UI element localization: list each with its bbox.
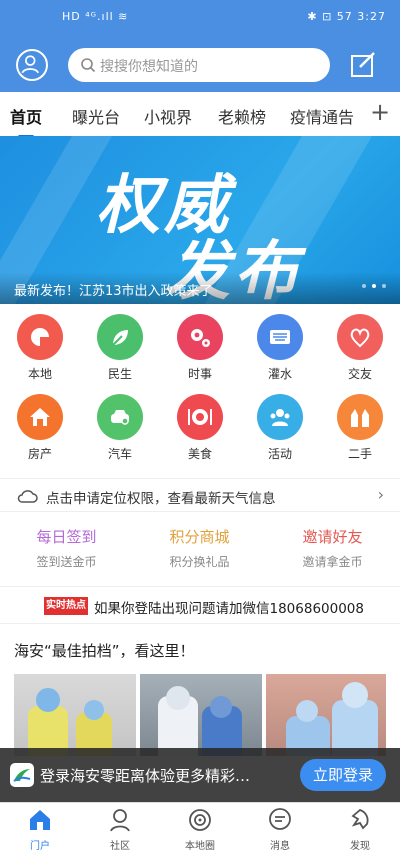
status-left: HD ⁴ᴳ.ıll ≋: [62, 10, 129, 23]
promo-item-3[interactable]: 邀请好友 邀请拿金币: [266, 526, 399, 570]
nav-label: 社区: [110, 841, 130, 852]
promo-item-2[interactable]: 积分商城 积分换礼品: [133, 526, 266, 570]
discover-icon: [351, 808, 369, 830]
tab-epidemic[interactable]: 疫情通告: [290, 104, 354, 128]
photo-2[interactable]: [140, 674, 262, 756]
grid-item-6[interactable]: 房产: [0, 394, 80, 462]
nav-item-3[interactable]: 本地圈: [160, 807, 240, 852]
promo-sub: 积分换礼品: [169, 555, 230, 569]
grid-item-1[interactable]: 本地: [0, 314, 80, 382]
nav-item-1[interactable]: 门户: [0, 807, 80, 852]
heart-icon: [337, 314, 383, 360]
cloud-icon: [17, 490, 38, 503]
promo-title: 每日签到: [36, 528, 97, 546]
nav-label: 消息: [270, 841, 290, 852]
grid-item-7[interactable]: 汽车: [80, 394, 160, 462]
grid-item-2[interactable]: 民生: [80, 314, 160, 382]
grid-item-label: 民生: [107, 367, 132, 381]
chevron-right-icon: ›: [377, 485, 384, 504]
photo-1[interactable]: [14, 674, 136, 756]
local-circle-icon: [189, 809, 211, 831]
nav-label: 发现: [350, 841, 370, 852]
banner-carousel[interactable]: 权威 发布 最新发布！江苏13市出入政策来了: [0, 136, 400, 304]
grid-item-label: 二手: [347, 447, 372, 461]
promo-sub: 邀请拿金币: [302, 555, 363, 569]
weather-text: 点击申请定位权限，查看最新天气信息: [46, 491, 276, 507]
promo-row: 每日签到 签到送金币 积分商城 积分换礼品 邀请好友 邀请拿金币: [0, 516, 400, 580]
grid-item-label: 房产: [27, 447, 52, 461]
nav-label: 本地圈: [185, 841, 215, 852]
carousel-dots: [356, 273, 386, 292]
add-tab-icon[interactable]: +: [370, 98, 390, 126]
hot-text: 如果你登陆出现问题请加微信18068600008: [94, 601, 364, 617]
grid-item-3[interactable]: 时事: [160, 314, 240, 382]
tab-home[interactable]: 首页: [10, 104, 42, 138]
bottom-nav: 门户 社区 本地圈 消息 发现: [0, 802, 400, 854]
login-button[interactable]: 立即登录: [300, 759, 386, 791]
message-icon: [269, 808, 291, 830]
promo-sub: 签到送金币: [36, 555, 97, 569]
weather-bar[interactable]: 点击申请定位权限，查看最新天气信息 ›: [0, 478, 400, 512]
grid-item-label: 美食: [187, 447, 212, 461]
community-icon: [110, 809, 130, 832]
app-logo-icon: [10, 763, 34, 787]
status-bar: HD ⁴ᴳ.ıll ≋ ✱ ⊡ 57 3:27: [0, 0, 400, 40]
search-icon: [81, 58, 96, 73]
car-icon: [97, 394, 143, 440]
channel-tabs: 首页 曝光台 小视界 老赖榜 疫情通告: [0, 92, 400, 138]
nav-item-4[interactable]: 消息: [240, 807, 320, 852]
banner-caption: 最新发布！江苏13市出入政策来了: [0, 272, 400, 304]
hot-tag: 实时热点: [44, 597, 88, 615]
people-icon: [257, 394, 303, 440]
search-box[interactable]: 搜搜你想知道的: [68, 48, 330, 82]
gear-icon: [177, 314, 223, 360]
hot-news-bar[interactable]: 实时热点 如果你登陆出现问题请加微信18068600008: [0, 586, 400, 624]
hands-icon: [337, 394, 383, 440]
grid-item-10[interactable]: 二手: [320, 394, 400, 462]
promo-title: 邀请好友: [302, 528, 363, 546]
grid-item-4[interactable]: 灌水: [240, 314, 320, 382]
photo-row: [0, 674, 400, 756]
photo-3[interactable]: [266, 674, 386, 756]
nav-item-5[interactable]: 发现: [320, 807, 400, 852]
keyboard-icon: [257, 314, 303, 360]
leaf-icon: [97, 314, 143, 360]
tab-debtor[interactable]: 老赖榜: [218, 104, 266, 128]
category-grid: 本地 民生 时事 灌水 交友房产 汽车 美食 活动 二手: [0, 310, 400, 474]
grid-item-label: 本地: [27, 367, 52, 381]
home-icon: [30, 810, 50, 830]
dish-icon: [177, 394, 223, 440]
grid-item-8[interactable]: 美食: [160, 394, 240, 462]
tab-video[interactable]: 小视界: [144, 104, 192, 128]
edit-icon[interactable]: [350, 50, 376, 78]
app-header: HD ⁴ᴳ.ıll ≋ ✱ ⊡ 57 3:27 搜搜你想知道的: [0, 0, 400, 92]
grid-item-5[interactable]: 交友: [320, 314, 400, 382]
grid-item-label: 汽车: [107, 447, 132, 461]
login-prompt: 登录海安零距离体验更多精彩…: [40, 767, 251, 785]
grid-item-9[interactable]: 活动: [240, 394, 320, 462]
grid-item-label: 时事: [187, 367, 212, 381]
house-icon: [17, 394, 63, 440]
grid-item-label: 灌水: [267, 367, 292, 381]
promo-item-1[interactable]: 每日签到 签到送金币: [0, 526, 133, 570]
grid-item-label: 活动: [267, 447, 292, 461]
promo-title: 积分商城: [169, 528, 230, 546]
map-pin-icon: [17, 314, 63, 360]
section-title: 海安“最佳拍档”，看这里！: [14, 642, 195, 660]
avatar-icon[interactable]: [16, 49, 48, 81]
login-banner: 登录海安零距离体验更多精彩… 立即登录: [0, 748, 400, 802]
tab-exposure[interactable]: 曝光台: [72, 104, 120, 128]
nav-label: 门户: [30, 841, 50, 852]
status-right: ✱ ⊡ 57 3:27: [307, 10, 386, 23]
nav-item-2[interactable]: 社区: [80, 807, 160, 852]
grid-item-label: 交友: [347, 367, 372, 381]
